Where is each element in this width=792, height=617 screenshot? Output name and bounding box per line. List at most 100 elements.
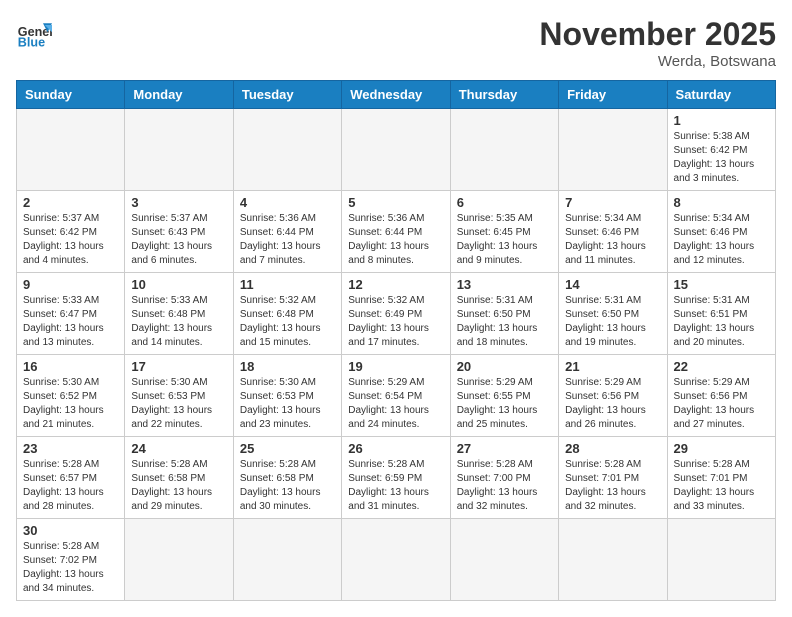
day-info: Sunrise: 5:37 AM Sunset: 6:43 PM Dayligh… xyxy=(131,212,226,268)
weekday-header-tuesday: Tuesday xyxy=(233,81,341,109)
calendar-week-row: 2 Sunrise: 5:37 AM Sunset: 6:42 PM Daylig… xyxy=(17,191,776,273)
calendar-cell xyxy=(17,109,125,191)
calendar-table: SundayMondayTuesdayWednesdayThursdayFrid… xyxy=(16,80,776,601)
day-number: 25 xyxy=(240,441,335,456)
day-number: 21 xyxy=(565,359,660,374)
day-number: 4 xyxy=(240,195,335,210)
day-number: 3 xyxy=(131,195,226,210)
weekday-header-sunday: Sunday xyxy=(17,81,125,109)
day-info: Sunrise: 5:32 AM Sunset: 6:48 PM Dayligh… xyxy=(240,294,335,350)
calendar-cell: 19Sunrise: 5:29 AM Sunset: 6:54 PM Dayli… xyxy=(342,355,450,437)
day-number: 28 xyxy=(565,441,660,456)
day-info: Sunrise: 5:28 AM Sunset: 7:01 PM Dayligh… xyxy=(565,458,660,514)
day-number: 15 xyxy=(674,277,769,292)
day-number: 8 xyxy=(674,195,769,210)
day-info: Sunrise: 5:36 AM Sunset: 6:44 PM Dayligh… xyxy=(348,212,443,268)
location: Werda, Botswana xyxy=(539,53,776,70)
calendar-cell xyxy=(559,109,667,191)
day-info: Sunrise: 5:37 AM Sunset: 6:42 PM Dayligh… xyxy=(23,212,118,268)
day-info: Sunrise: 5:38 AM Sunset: 6:42 PM Dayligh… xyxy=(674,130,769,186)
calendar-week-row: 1 Sunrise: 5:38 AM Sunset: 6:42 PM Daylig… xyxy=(17,109,776,191)
day-number: 23 xyxy=(23,441,118,456)
calendar-cell xyxy=(125,519,233,601)
calendar-week-row: 16Sunrise: 5:30 AM Sunset: 6:52 PM Dayli… xyxy=(17,355,776,437)
month-title: November 2025 xyxy=(539,16,776,53)
day-number: 12 xyxy=(348,277,443,292)
day-number: 22 xyxy=(674,359,769,374)
logo: General Blue xyxy=(16,16,52,52)
day-info: Sunrise: 5:28 AM Sunset: 6:59 PM Dayligh… xyxy=(348,458,443,514)
calendar-cell: 26 Sunrise: 5:28 AM Sunset: 6:59 PM Dayli… xyxy=(342,437,450,519)
day-number: 20 xyxy=(457,359,552,374)
day-info: Sunrise: 5:31 AM Sunset: 6:51 PM Dayligh… xyxy=(674,294,769,350)
day-number: 27 xyxy=(457,441,552,456)
day-info: Sunrise: 5:30 AM Sunset: 6:53 PM Dayligh… xyxy=(131,376,226,432)
calendar-cell: 30Sunrise: 5:28 AM Sunset: 7:02 PM Dayli… xyxy=(17,519,125,601)
weekday-header-wednesday: Wednesday xyxy=(342,81,450,109)
svg-text:Blue: Blue xyxy=(18,36,45,50)
calendar-cell xyxy=(342,109,450,191)
calendar-cell: 27Sunrise: 5:28 AM Sunset: 7:00 PM Dayli… xyxy=(450,437,558,519)
day-info: Sunrise: 5:32 AM Sunset: 6:49 PM Dayligh… xyxy=(348,294,443,350)
calendar-week-row: 9Sunrise: 5:33 AM Sunset: 6:47 PM Daylig… xyxy=(17,273,776,355)
calendar-cell: 3 Sunrise: 5:37 AM Sunset: 6:43 PM Daylig… xyxy=(125,191,233,273)
calendar-cell: 22Sunrise: 5:29 AM Sunset: 6:56 PM Dayli… xyxy=(667,355,775,437)
calendar-week-row: 23 Sunrise: 5:28 AM Sunset: 6:57 PM Dayli… xyxy=(17,437,776,519)
calendar-cell: 20 Sunrise: 5:29 AM Sunset: 6:55 PM Dayli… xyxy=(450,355,558,437)
day-number: 11 xyxy=(240,277,335,292)
calendar-cell: 10Sunrise: 5:33 AM Sunset: 6:48 PM Dayli… xyxy=(125,273,233,355)
day-number: 14 xyxy=(565,277,660,292)
day-number: 2 xyxy=(23,195,118,210)
calendar-cell: 1 Sunrise: 5:38 AM Sunset: 6:42 PM Daylig… xyxy=(667,109,775,191)
day-info: Sunrise: 5:34 AM Sunset: 6:46 PM Dayligh… xyxy=(565,212,660,268)
day-info: Sunrise: 5:28 AM Sunset: 6:58 PM Dayligh… xyxy=(240,458,335,514)
day-number: 24 xyxy=(131,441,226,456)
day-info: Sunrise: 5:28 AM Sunset: 6:58 PM Dayligh… xyxy=(131,458,226,514)
day-number: 1 xyxy=(674,113,769,128)
day-number: 19 xyxy=(348,359,443,374)
calendar-cell: 14Sunrise: 5:31 AM Sunset: 6:50 PM Dayli… xyxy=(559,273,667,355)
calendar-cell: 16Sunrise: 5:30 AM Sunset: 6:52 PM Dayli… xyxy=(17,355,125,437)
day-info: Sunrise: 5:28 AM Sunset: 7:02 PM Dayligh… xyxy=(23,540,118,596)
day-info: Sunrise: 5:30 AM Sunset: 6:52 PM Dayligh… xyxy=(23,376,118,432)
day-number: 18 xyxy=(240,359,335,374)
day-number: 10 xyxy=(131,277,226,292)
calendar-cell: 29 Sunrise: 5:28 AM Sunset: 7:01 PM Dayli… xyxy=(667,437,775,519)
calendar-cell: 6 Sunrise: 5:35 AM Sunset: 6:45 PM Daylig… xyxy=(450,191,558,273)
day-info: Sunrise: 5:28 AM Sunset: 7:01 PM Dayligh… xyxy=(674,458,769,514)
day-info: Sunrise: 5:29 AM Sunset: 6:55 PM Dayligh… xyxy=(457,376,552,432)
day-number: 17 xyxy=(131,359,226,374)
day-info: Sunrise: 5:33 AM Sunset: 6:47 PM Dayligh… xyxy=(23,294,118,350)
day-number: 26 xyxy=(348,441,443,456)
calendar-cell: 23 Sunrise: 5:28 AM Sunset: 6:57 PM Dayli… xyxy=(17,437,125,519)
day-info: Sunrise: 5:30 AM Sunset: 6:53 PM Dayligh… xyxy=(240,376,335,432)
weekday-header-thursday: Thursday xyxy=(450,81,558,109)
day-number: 29 xyxy=(674,441,769,456)
day-info: Sunrise: 5:35 AM Sunset: 6:45 PM Dayligh… xyxy=(457,212,552,268)
calendar-cell: 25 Sunrise: 5:28 AM Sunset: 6:58 PM Dayli… xyxy=(233,437,341,519)
day-number: 5 xyxy=(348,195,443,210)
day-number: 6 xyxy=(457,195,552,210)
day-info: Sunrise: 5:28 AM Sunset: 6:57 PM Dayligh… xyxy=(23,458,118,514)
day-info: Sunrise: 5:34 AM Sunset: 6:46 PM Dayligh… xyxy=(674,212,769,268)
calendar-cell: 8 Sunrise: 5:34 AM Sunset: 6:46 PM Daylig… xyxy=(667,191,775,273)
page-header: General Blue November 2025 Werda, Botswa… xyxy=(16,16,776,70)
calendar-cell: 5 Sunrise: 5:36 AM Sunset: 6:44 PM Daylig… xyxy=(342,191,450,273)
calendar-week-row: 30Sunrise: 5:28 AM Sunset: 7:02 PM Dayli… xyxy=(17,519,776,601)
calendar-cell: 7 Sunrise: 5:34 AM Sunset: 6:46 PM Daylig… xyxy=(559,191,667,273)
weekday-header-monday: Monday xyxy=(125,81,233,109)
day-number: 13 xyxy=(457,277,552,292)
calendar-cell: 17 Sunrise: 5:30 AM Sunset: 6:53 PM Dayli… xyxy=(125,355,233,437)
calendar-cell: 28 Sunrise: 5:28 AM Sunset: 7:01 PM Dayli… xyxy=(559,437,667,519)
calendar-cell: 13 Sunrise: 5:31 AM Sunset: 6:50 PM Dayli… xyxy=(450,273,558,355)
day-number: 7 xyxy=(565,195,660,210)
calendar-cell: 12 Sunrise: 5:32 AM Sunset: 6:49 PM Dayli… xyxy=(342,273,450,355)
calendar-cell xyxy=(233,519,341,601)
calendar-cell: 4Sunrise: 5:36 AM Sunset: 6:44 PM Daylig… xyxy=(233,191,341,273)
title-block: November 2025 Werda, Botswana xyxy=(539,16,776,70)
calendar-cell xyxy=(125,109,233,191)
calendar-cell: 18 Sunrise: 5:30 AM Sunset: 6:53 PM Dayli… xyxy=(233,355,341,437)
calendar-cell: 21Sunrise: 5:29 AM Sunset: 6:56 PM Dayli… xyxy=(559,355,667,437)
calendar-cell: 9Sunrise: 5:33 AM Sunset: 6:47 PM Daylig… xyxy=(17,273,125,355)
day-info: Sunrise: 5:31 AM Sunset: 6:50 PM Dayligh… xyxy=(457,294,552,350)
